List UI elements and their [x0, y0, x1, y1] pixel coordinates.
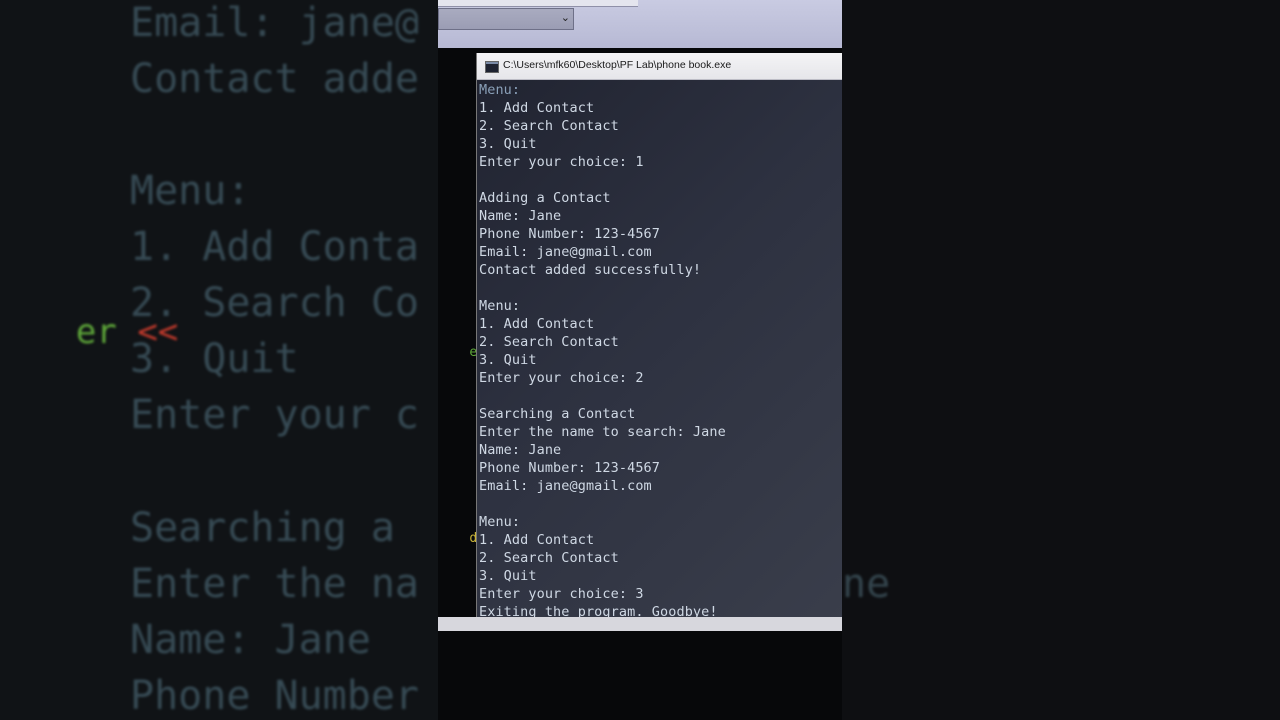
- window-title: C:\Users\mfk60\Desktop\PF Lab\phone book…: [503, 59, 732, 71]
- console-app-icon: [485, 61, 499, 73]
- console-line: Email: jane@gmail.com: [479, 478, 652, 494]
- background-blur-left: Email: jane@ Contact adde Menu: 1. Add C…: [0, 0, 438, 720]
- console-line: 1. Add Contact: [479, 316, 595, 332]
- bg-code-fragment: er <<: [75, 312, 179, 352]
- bg-line: ne: [842, 561, 891, 607]
- bg-line: Enter your c: [130, 392, 419, 438]
- console-line: Phone Number: 123-4567: [479, 226, 661, 242]
- background-blur-right: ne: [842, 0, 1280, 720]
- console-line: Contact added successfully!: [479, 262, 702, 278]
- console-line: 2. Search Contact: [479, 550, 619, 566]
- console-window[interactable]: C:\Users\mfk60\Desktop\PF Lab\phone book…: [476, 53, 842, 630]
- toolbar-dropdown[interactable]: ⌄: [438, 8, 574, 30]
- console-line: 3. Quit: [479, 352, 537, 368]
- console-line: Searching a Contact: [479, 406, 636, 422]
- bg-line: Phone Number: [130, 673, 419, 719]
- console-titlebar[interactable]: C:\Users\mfk60\Desktop\PF Lab\phone book…: [477, 53, 842, 80]
- bg-line: Contact adde: [130, 56, 419, 102]
- console-line: Name: Jane: [479, 442, 562, 458]
- console-line: 2. Search Contact: [479, 118, 619, 134]
- console-line: 1. Add Contact: [479, 532, 595, 548]
- console-line: Name: Jane: [479, 208, 562, 224]
- bg-line: Menu:: [130, 168, 251, 214]
- console-line: Adding a Contact: [479, 190, 611, 206]
- console-line: Enter your choice: 1: [479, 154, 644, 170]
- taskbar-edge: [438, 617, 842, 631]
- console-line: Enter the name to search: Jane: [479, 424, 726, 440]
- console-line: Enter your choice: 3: [479, 586, 644, 602]
- chevron-down-icon: ⌄: [560, 11, 570, 24]
- console-line: Menu:: [479, 514, 521, 530]
- console-line: 1. Add Contact: [479, 100, 595, 116]
- bg-line: Enter the na: [130, 561, 419, 607]
- console-line: Phone Number: 123-4567: [479, 460, 661, 476]
- menu-edge: [438, 0, 638, 7]
- console-line: Enter your choice: 2: [479, 370, 644, 386]
- bg-line: Name: Jane: [130, 617, 371, 663]
- bg-line: Email: jane@: [130, 0, 419, 46]
- bg-line: Searching a: [130, 505, 395, 551]
- console-line: 2. Search Contact: [479, 334, 619, 350]
- screen-photo: ⌄ er << dl; C:\Users\mfk60\Desktop\PF La…: [438, 0, 842, 720]
- console-line: 3. Quit: [479, 136, 537, 152]
- bg-line: 1. Add Conta: [130, 224, 419, 270]
- console-line: Menu:: [479, 298, 521, 314]
- console-output: Menu: 1. Add Contact 2. Search Contact 3…: [479, 81, 842, 621]
- console-line: 3. Quit: [479, 568, 537, 584]
- ide-toolbar: ⌄: [438, 0, 842, 48]
- console-line: Menu:: [479, 82, 521, 98]
- console-line: Email: jane@gmail.com: [479, 244, 652, 260]
